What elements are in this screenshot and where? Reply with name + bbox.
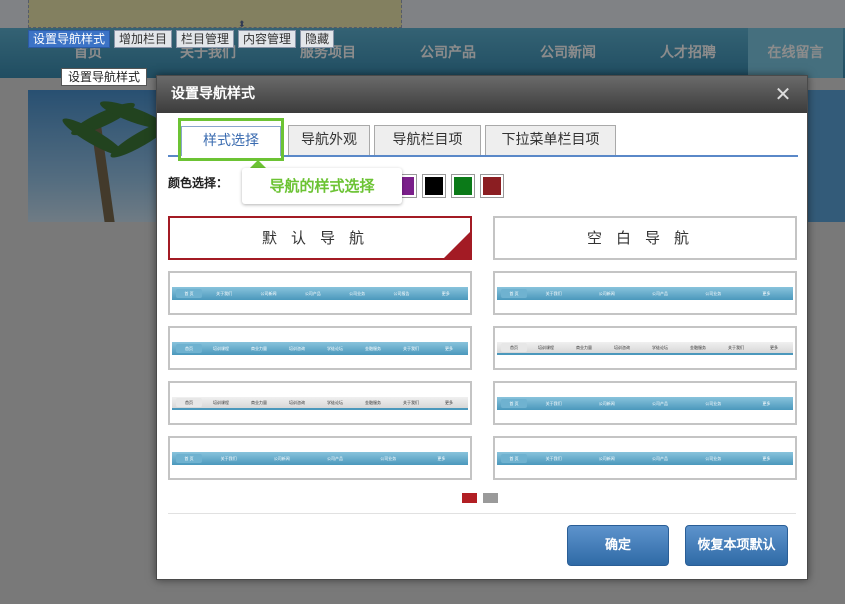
mini-nav-item: 金融服务: [365, 345, 381, 351]
mini-nav-item: 更多: [445, 399, 453, 405]
tab-style-select[interactable]: 样式选择: [178, 118, 284, 161]
mini-nav-item: 关于我们: [545, 455, 562, 461]
mini-nav-item: 首页: [176, 398, 202, 407]
column-manage-button[interactable]: 栏目管理: [176, 30, 235, 48]
selected-corner-icon: [444, 232, 470, 258]
mini-nav-item: 更多: [445, 345, 453, 351]
mini-nav-item: 学徒论坛: [327, 399, 343, 405]
mini-nav-item: 公司产品: [652, 290, 668, 296]
style-preview[interactable]: 首 页 关于我们 公司新闻 公司产品 公司业务 更多: [493, 436, 797, 480]
close-icon[interactable]: ✕: [773, 84, 793, 104]
mini-nav-item: 公司业务: [705, 290, 722, 296]
style-label: 空白导航: [586, 229, 703, 247]
footer-divider: [168, 513, 796, 514]
mini-nav-item: 更多: [770, 344, 778, 350]
mini-nav-item: 关于我们: [220, 455, 237, 461]
mini-nav-item: 公司新闻: [598, 455, 615, 461]
style-preview[interactable]: 首 页 关于我们 公司新闻 公司产品 公司业务 更多: [168, 436, 472, 480]
pager-page-2[interactable]: [483, 493, 498, 503]
mini-nav-item: 商业力量: [576, 344, 592, 350]
tab-callout: 导航的样式选择: [242, 168, 402, 204]
style-pager: [462, 493, 498, 503]
mini-nav-item: 公司业务: [705, 455, 722, 461]
dialog-title: 设置导航样式: [171, 86, 255, 102]
mini-nav-item: 公司报告: [393, 290, 410, 296]
style-default-nav[interactable]: 默认导航: [168, 216, 472, 260]
mini-nav-item: 商业力量: [251, 399, 267, 405]
nav-style-dialog: 设置导航样式 ✕ 样式选择 导航外观 导航栏目项 下拉菜单栏目项 导航的样式选择…: [156, 75, 808, 580]
mini-nav-item: 首 页: [176, 289, 202, 298]
set-nav-style-button[interactable]: 设置导航样式: [28, 30, 111, 48]
mini-nav-item: 更多: [762, 400, 771, 406]
mini-nav-item: 公司业务: [380, 455, 397, 461]
pager-page-1[interactable]: [462, 493, 477, 503]
add-column-button[interactable]: 增加栏目: [114, 30, 173, 48]
tab-nav-items[interactable]: 导航栏目项: [374, 125, 481, 155]
dialog-header: 设置导航样式 ✕: [157, 76, 807, 113]
mini-nav-item: 首 页: [501, 454, 527, 463]
mini-nav-item: 培训咨询: [614, 344, 630, 350]
mini-nav-item: 首页: [176, 344, 202, 353]
hide-button[interactable]: 隐藏: [300, 30, 335, 48]
toolbar-tooltip: 设置导航样式: [61, 68, 148, 86]
style-preview[interactable]: 首 页 关于我们 公司新闻 公司产品 公司业务 更多: [493, 381, 797, 425]
color-select-row: 颜色选择：: [168, 174, 504, 198]
dialog-tabs: 样式选择 导航外观 导航栏目项 下拉菜单栏目项: [168, 118, 798, 161]
mini-nav-item: 培训咨询: [289, 399, 305, 405]
mini-nav-item: 培训课程: [213, 399, 229, 405]
mini-nav-item: 公司业务: [349, 290, 366, 296]
color-label: 颜色选择：: [168, 176, 229, 190]
mini-nav-item: 商业力量: [251, 345, 267, 351]
mini-nav-item: 公司产品: [652, 400, 668, 406]
mini-nav-item: 关于我们: [728, 344, 744, 350]
mini-nav-item: 公司产品: [327, 455, 343, 461]
reset-default-button[interactable]: 恢复本项默认: [685, 525, 788, 566]
style-preview[interactable]: 首 页 关于我们 公司新闻 公司产品 公司业务 公司报告 更多: [168, 271, 472, 315]
style-preview[interactable]: 首页 培训课程 商业力量 培训咨询 学徒论坛 金融服务 关于我们 更多: [493, 326, 797, 370]
style-preview[interactable]: 首页 培训课程 商业力量 培训咨询 学徒论坛 金融服务 关于我们 更多: [168, 381, 472, 425]
mini-nav-item: 首 页: [501, 289, 527, 298]
mini-nav-item: 首 页: [176, 454, 202, 463]
mini-nav-item: 学徒论坛: [327, 345, 343, 351]
mini-nav-item: 公司新闻: [598, 290, 615, 296]
mini-nav-item: 关于我们: [545, 290, 562, 296]
color-swatch[interactable]: [422, 174, 446, 198]
mini-nav-item: 更多: [762, 455, 771, 461]
mini-nav-item: 培训课程: [538, 344, 554, 350]
mini-nav-item: 首页: [501, 343, 527, 352]
style-preview[interactable]: 首页 培训课程 商业力量 培训咨询 学徒论坛 金融服务 关于我们 更多: [168, 326, 472, 370]
mini-nav-item: 公司产品: [304, 290, 321, 296]
mini-nav-item: 更多: [441, 290, 450, 296]
style-preview[interactable]: 首 页 关于我们 公司新闻 公司产品 公司业务 更多: [493, 271, 797, 315]
color-swatch[interactable]: [451, 174, 475, 198]
mini-nav-item: 公司产品: [652, 455, 668, 461]
tab-nav-appearance[interactable]: 导航外观: [288, 125, 370, 155]
edit-toolbar: 设置导航样式 增加栏目 栏目管理 内容管理 隐藏: [28, 30, 335, 48]
mini-nav-item: 公司业务: [705, 400, 722, 406]
mini-nav-item: 公司新闻: [260, 290, 277, 296]
content-manage-button[interactable]: 内容管理: [238, 30, 297, 48]
mini-nav-item: 金融服务: [690, 344, 706, 350]
mini-nav-item: 培训课程: [213, 345, 229, 351]
mini-nav-item: 关于我们: [216, 290, 233, 296]
mini-nav-item: 关于我们: [403, 345, 419, 351]
tab-dropdown-items[interactable]: 下拉菜单栏目项: [485, 125, 616, 155]
color-swatch[interactable]: [480, 174, 504, 198]
mini-nav-item: 关于我们: [545, 400, 562, 406]
mini-nav-item: 首 页: [501, 399, 527, 408]
mini-nav-item: 金融服务: [365, 399, 381, 405]
mini-nav-item: 学徒论坛: [652, 344, 668, 350]
mini-nav-item: 公司新闻: [273, 455, 290, 461]
mini-nav-item: 公司新闻: [598, 400, 615, 406]
tab-label: 样式选择: [181, 126, 281, 156]
style-blank-nav[interactable]: 空白导航: [493, 216, 797, 260]
mini-nav-item: 更多: [437, 455, 446, 461]
style-label: 默认导航: [261, 229, 378, 247]
confirm-button[interactable]: 确定: [567, 525, 669, 566]
mini-nav-item: 关于我们: [403, 399, 419, 405]
mini-nav-item: 更多: [762, 290, 771, 296]
mini-nav-item: 培训咨询: [289, 345, 305, 351]
